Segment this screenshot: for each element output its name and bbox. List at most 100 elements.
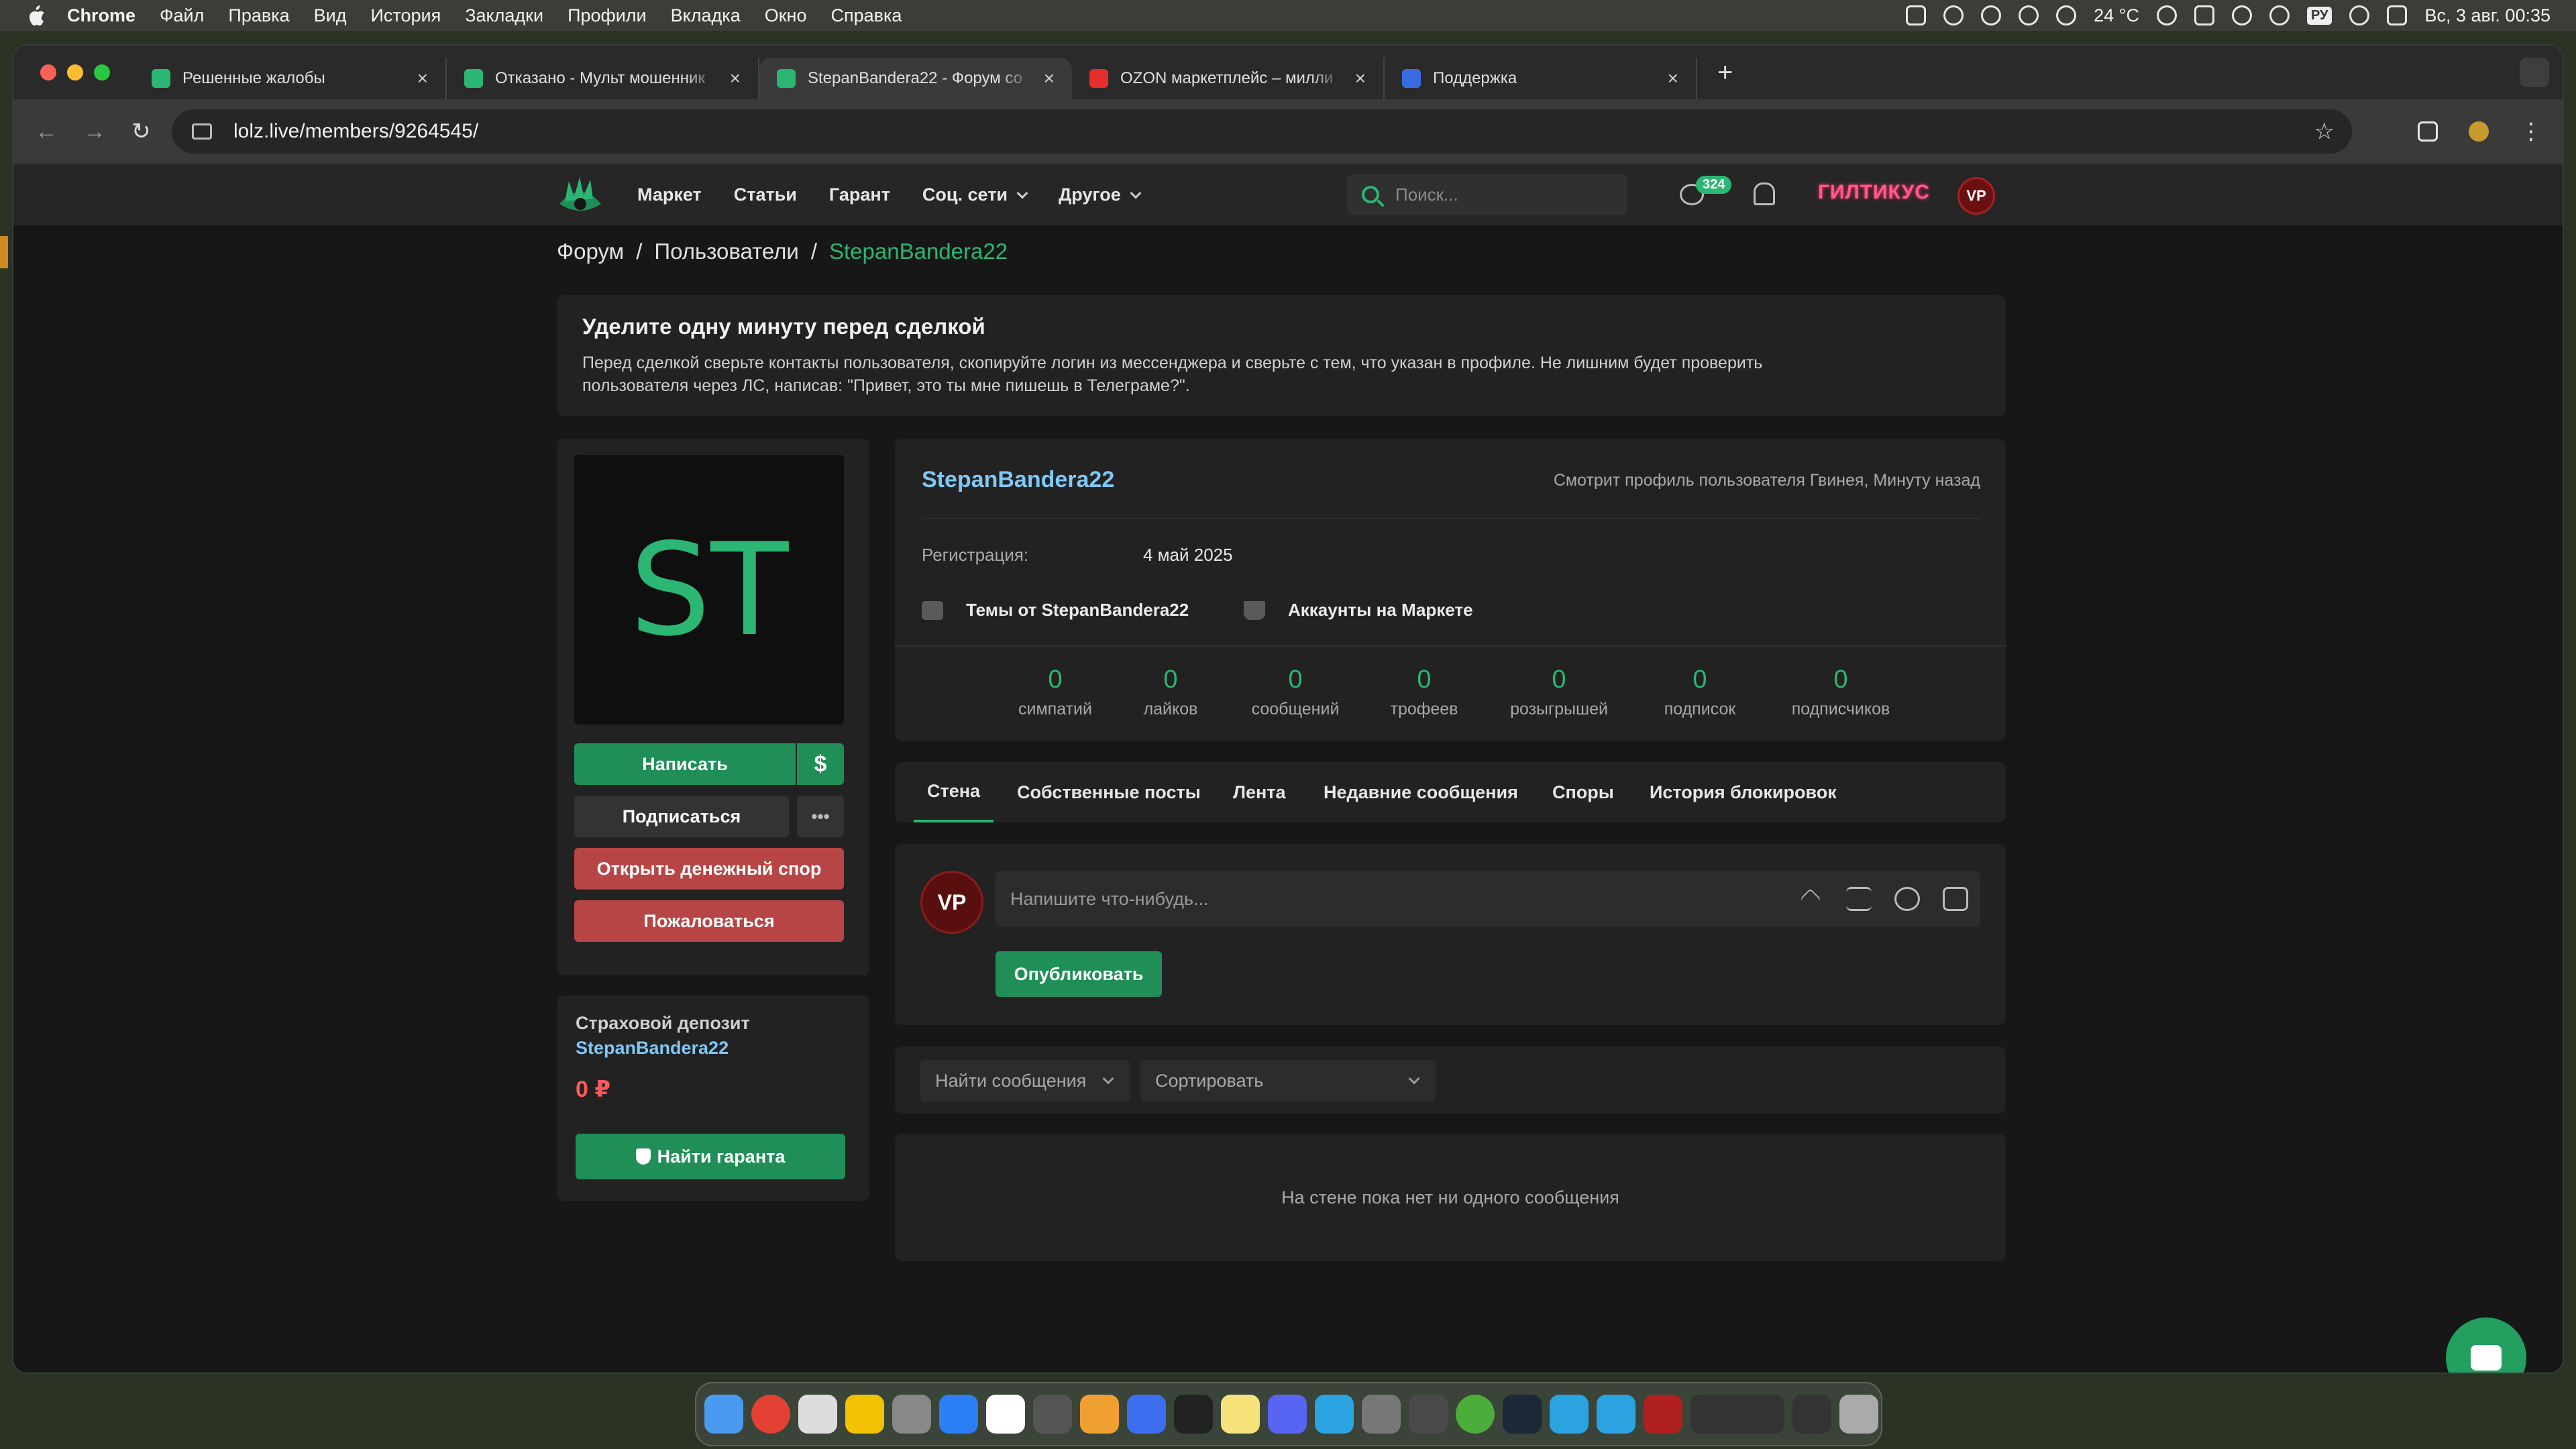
menu-edit[interactable]: Правка — [228, 5, 289, 26]
arrow-up-icon[interactable] — [1800, 888, 1821, 910]
current-username[interactable]: ГИЛТИКУС — [1818, 181, 1930, 204]
support-chat-button[interactable] — [2446, 1318, 2526, 1373]
extensions-icon[interactable] — [2418, 121, 2438, 142]
url-bar[interactable]: lolz.live/members/9264545/ ☆ — [172, 109, 2352, 154]
finder-icon[interactable] — [704, 1395, 743, 1434]
nav-guarantor[interactable]: Гарант — [829, 184, 890, 205]
breadcrumb-forum[interactable]: Форум — [557, 239, 624, 264]
new-tab-button[interactable]: + — [1717, 58, 1733, 88]
telegram-icon[interactable] — [1550, 1395, 1589, 1434]
telegram-icon[interactable] — [1981, 5, 2002, 25]
emoji-icon[interactable] — [1894, 887, 1920, 911]
display-icon[interactable] — [1906, 5, 1927, 25]
close-tab-icon[interactable]: × — [730, 68, 741, 89]
menu-view[interactable]: Вид — [314, 5, 347, 26]
app-store-icon[interactable] — [939, 1395, 978, 1434]
menu-profiles[interactable]: Профили — [568, 5, 647, 26]
publish-button[interactable]: Опубликовать — [996, 951, 1162, 997]
stat-giveaways[interactable]: 0 розыгрышей — [1510, 665, 1608, 719]
site-search[interactable]: Поиск... — [1347, 174, 1627, 215]
weather-text[interactable]: 24 °C — [2094, 5, 2139, 26]
open-dispute-button[interactable]: Открыть денежный спор — [574, 848, 844, 890]
image-icon[interactable] — [1943, 887, 1968, 911]
minimize-window-button[interactable] — [67, 64, 83, 80]
stat-trophies[interactable]: 0 трофеев — [1391, 665, 1458, 719]
find-messages-dropdown[interactable]: Найти сообщения — [920, 1060, 1130, 1102]
bookmark-star-icon[interactable]: ☆ — [2314, 118, 2334, 145]
close-tab-icon[interactable]: × — [1668, 68, 1678, 89]
user-topics-link[interactable]: Темы от StepanBandera22 — [922, 600, 1189, 621]
report-button[interactable]: Пожаловаться — [574, 900, 844, 942]
telegram-icon[interactable] — [1943, 5, 1964, 25]
browser-menu-icon[interactable]: ⋮ — [2520, 118, 2542, 145]
app-window-icon[interactable] — [1792, 1395, 1831, 1434]
dota-icon[interactable] — [1644, 1395, 1682, 1434]
notes-icon[interactable] — [1221, 1395, 1260, 1434]
nav-social[interactable]: Соц. сети — [922, 184, 1028, 205]
menu-window[interactable]: Окно — [765, 5, 807, 26]
close-window-button[interactable] — [40, 64, 56, 80]
app-icon[interactable] — [1362, 1395, 1401, 1434]
menu-help[interactable]: Справка — [830, 5, 902, 26]
tab-feed[interactable]: Лента — [1233, 762, 1286, 822]
zoom-window-button[interactable] — [94, 64, 110, 80]
calendar-icon[interactable] — [986, 1395, 1025, 1434]
gamepad-icon[interactable] — [2194, 5, 2214, 25]
lolz-logo-icon[interactable] — [557, 174, 604, 216]
tab-recent-messages[interactable]: Недавние сообщения — [1324, 762, 1518, 822]
telegram-icon[interactable] — [1315, 1395, 1354, 1434]
profile-username[interactable]: StepanBandera22 — [922, 467, 1114, 493]
nav-market[interactable]: Маркет — [637, 184, 702, 205]
search-icon[interactable] — [2349, 5, 2370, 25]
browser-tab[interactable]: Отказано - Мульт мошенник × — [447, 58, 759, 99]
chrome-icon[interactable] — [751, 1395, 790, 1434]
tab-own-posts[interactable]: Собственные посты — [1017, 762, 1201, 822]
site-info-icon[interactable] — [192, 123, 212, 140]
money-icon[interactable]: $ — [797, 743, 844, 785]
app-icon[interactable] — [1033, 1395, 1072, 1434]
wordpress-icon[interactable] — [2156, 5, 2177, 25]
market-accounts-link[interactable]: Аккаунты на Маркете — [1244, 600, 1473, 621]
forward-arrow-icon[interactable]: → — [83, 119, 110, 145]
menu-file[interactable]: Файл — [160, 5, 204, 26]
url-text[interactable]: lolz.live/members/9264545/ — [233, 120, 478, 143]
apple-icon[interactable] — [25, 5, 46, 26]
stat-followers[interactable]: 0 подписчиков — [1792, 665, 1890, 719]
close-tab-icon[interactable]: × — [417, 68, 428, 89]
close-tab-icon[interactable]: × — [1044, 68, 1055, 89]
bell-icon[interactable] — [1754, 182, 1775, 205]
telegram-icon[interactable] — [1597, 1395, 1635, 1434]
volume-icon[interactable] — [2231, 5, 2252, 25]
tab-wall[interactable]: Стена — [914, 762, 994, 822]
write-button[interactable]: Написать — [574, 743, 796, 785]
wall-post-input[interactable]: Напишите что-нибудь... — [996, 871, 1980, 927]
menu-app-name[interactable]: Chrome — [67, 5, 136, 26]
play-icon[interactable] — [2269, 5, 2290, 25]
telegram-icon[interactable] — [2056, 5, 2077, 25]
pinterest-icon[interactable] — [2019, 5, 2039, 25]
browser-tab[interactable]: Решенные жалобы × — [134, 58, 447, 99]
list-icon[interactable] — [1846, 887, 1872, 911]
tab-search-button[interactable] — [2520, 58, 2549, 87]
sort-dropdown[interactable]: Сортировать — [1140, 1060, 1436, 1102]
app-icon[interactable] — [798, 1395, 837, 1434]
menu-tab[interactable]: Вкладка — [671, 5, 741, 26]
nav-articles[interactable]: Статьи — [734, 184, 797, 205]
app-icon[interactable] — [1127, 1395, 1166, 1434]
app-icon[interactable] — [845, 1395, 884, 1434]
tab-disputes[interactable]: Споры — [1552, 762, 1614, 822]
stat-messages[interactable]: 0 сообщений — [1252, 665, 1340, 719]
tab-ban-history[interactable]: История блокировок — [1650, 762, 1837, 822]
browser-tab[interactable]: OZON маркетплейс – милли × — [1072, 58, 1385, 99]
subscribe-button[interactable]: Подписаться — [574, 796, 789, 837]
browser-tab[interactable]: Поддержка × — [1385, 58, 1697, 99]
user-avatar[interactable]: VP — [1957, 177, 1995, 215]
stat-subscriptions[interactable]: 0 подписок — [1664, 665, 1736, 719]
steam-icon[interactable] — [1503, 1395, 1542, 1434]
breadcrumb-users[interactable]: Пользователи — [654, 239, 798, 264]
stat-sympathies[interactable]: 0 симпатий — [1018, 665, 1092, 719]
more-options-icon[interactable]: ••• — [797, 796, 844, 837]
app-icon[interactable] — [892, 1395, 931, 1434]
input-language[interactable]: РУ — [2306, 6, 2332, 25]
composer-avatar[interactable]: VP — [920, 871, 983, 934]
